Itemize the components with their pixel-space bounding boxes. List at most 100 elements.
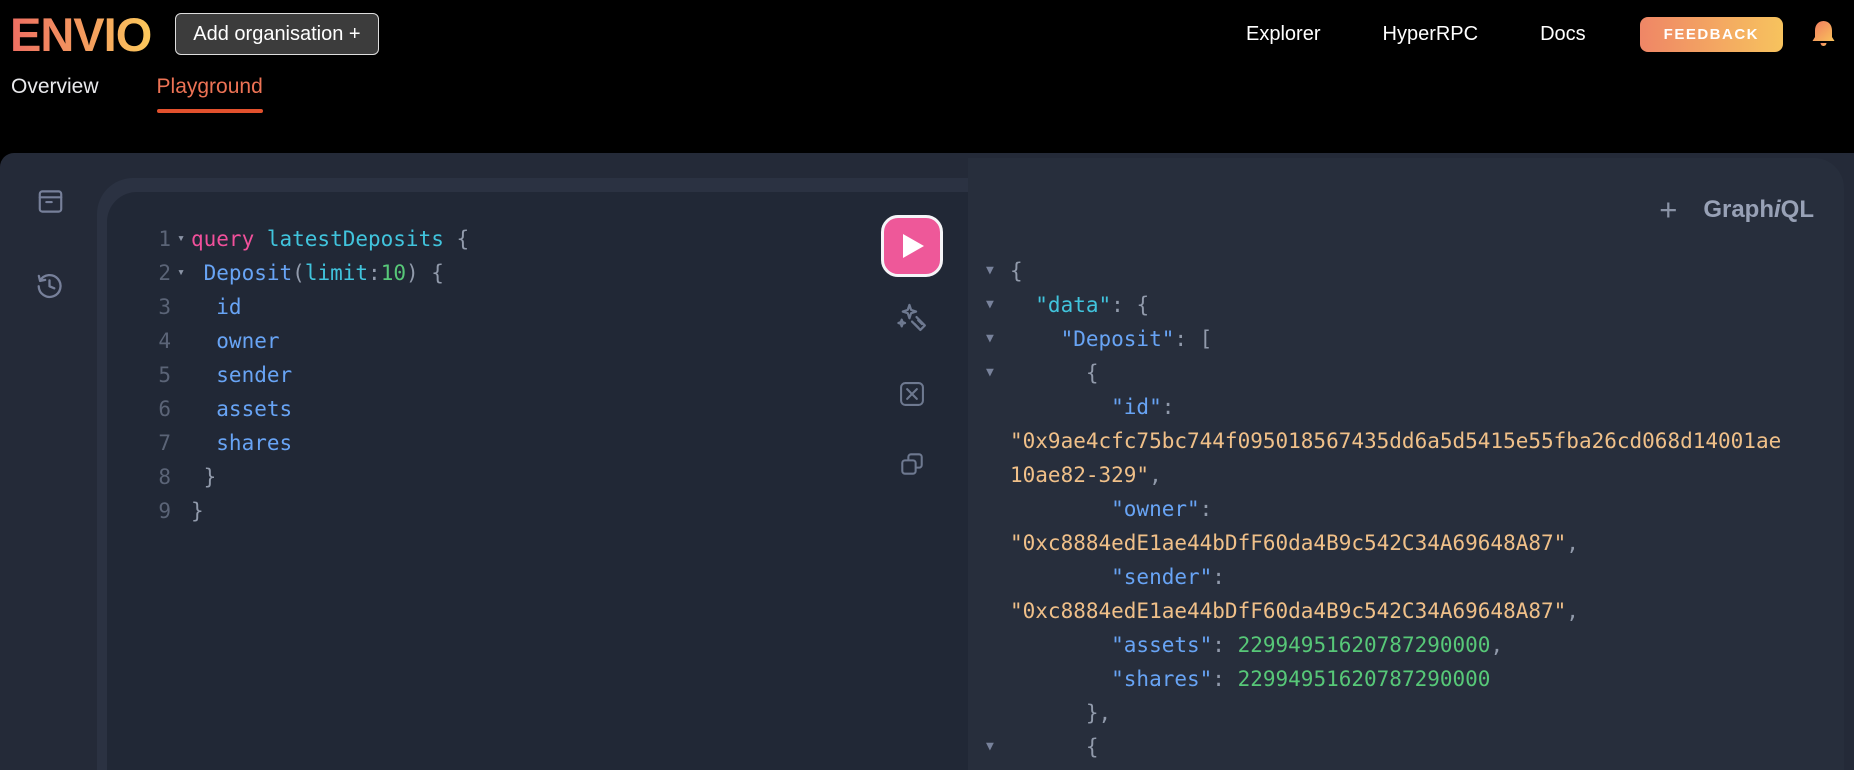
editor-code-line: 6 assets: [107, 392, 968, 426]
code-token: sender: [191, 363, 293, 387]
line-number: 9: [158, 499, 171, 523]
nav-link-hyperrpc[interactable]: HyperRPC: [1383, 23, 1479, 46]
code-text: "Deposit": [: [1010, 322, 1213, 356]
code-token: ,: [1566, 599, 1579, 623]
code-text: "owner":: [1010, 492, 1212, 526]
fold-gutter: [984, 662, 1010, 696]
fold-gutter: [173, 324, 189, 358]
fold-gutter: [984, 526, 1010, 560]
fold-toggle-icon[interactable]: ▾: [173, 222, 189, 256]
graphiql-logo-ql: QL: [1780, 195, 1814, 223]
editor-code-line: 9}: [107, 494, 968, 528]
code-text: {: [1010, 356, 1099, 390]
response-code-line: "0xc8884edE1ae44bDfF60da4B9c542C34A69648…: [984, 594, 1836, 628]
prettify-query-button[interactable]: [894, 301, 930, 337]
code-token: 22994951620787290000: [1237, 633, 1491, 657]
code-token: assets: [191, 397, 293, 421]
code-token: :: [368, 261, 381, 285]
code-text: }: [191, 460, 217, 494]
fold-gutter: [984, 594, 1010, 628]
feedback-button[interactable]: FEEDBACK: [1639, 16, 1783, 52]
response-code-line: ▼ {: [984, 356, 1836, 390]
editor-toolbar: [881, 215, 943, 481]
nav-link-docs[interactable]: Docs: [1540, 23, 1586, 46]
code-token: :: [1212, 633, 1238, 657]
fold-gutter: [173, 426, 189, 460]
code-token: {: [1010, 259, 1023, 283]
execute-query-button[interactable]: [881, 215, 943, 277]
response-code-line: "assets": 22994951620787290000,: [984, 628, 1836, 662]
code-token: "shares": [1010, 667, 1213, 691]
code-text: {: [1010, 254, 1023, 288]
fold-toggle-icon[interactable]: ▼: [984, 254, 1010, 288]
code-token: ,: [1149, 463, 1162, 487]
line-number: 7: [158, 431, 171, 455]
tab-overview[interactable]: Overview: [11, 75, 99, 103]
code-text: },: [1010, 696, 1111, 730]
code-token: shares: [191, 431, 293, 455]
fold-toggle-icon[interactable]: ▼: [984, 356, 1010, 390]
response-code-line: "id":: [984, 390, 1836, 424]
fold-gutter: [984, 696, 1010, 730]
play-icon: [903, 234, 924, 258]
code-token: :: [1161, 395, 1175, 419]
add-organisation-button[interactable]: Add organisation +: [175, 13, 379, 55]
fold-toggle-icon[interactable]: ▾: [173, 256, 189, 290]
code-token: },: [1010, 701, 1112, 725]
nav-link-explorer[interactable]: Explorer: [1246, 23, 1320, 46]
editor-code-line: 1 ▾ query latestDeposits {: [107, 222, 968, 256]
code-token: latestDeposits: [254, 227, 444, 251]
editor-code-line: 5 sender: [107, 358, 968, 392]
code-token: :: [1212, 565, 1225, 589]
code-token: 10: [380, 261, 406, 285]
fold-toggle-icon[interactable]: ▼: [984, 322, 1010, 356]
code-text: id: [191, 290, 242, 324]
line-number: 3: [158, 295, 171, 319]
copy-query-button[interactable]: [895, 447, 929, 481]
code-token: id: [191, 295, 242, 319]
fold-gutter: [984, 560, 1010, 594]
line-number: 5: [158, 363, 171, 387]
code-token: limit: [304, 261, 369, 285]
code-text: Deposit(limit:10) {: [191, 256, 444, 290]
code-token: :: [1199, 497, 1213, 521]
fold-gutter: [984, 390, 1010, 424]
code-text: "0xc8884edE1ae44bDfF60da4B9c542C34A69648…: [1010, 526, 1579, 560]
code-token: ,: [1490, 633, 1504, 657]
code-text: "id":: [1010, 390, 1174, 424]
fold-gutter: [984, 628, 1010, 662]
code-text: assets: [191, 392, 292, 426]
docs-panel-button[interactable]: [35, 186, 66, 217]
prettify-sparkle-icon: [897, 303, 926, 332]
add-tab-button[interactable]: +: [1659, 194, 1677, 225]
code-token: Deposit: [191, 261, 293, 285]
code-token: }: [191, 465, 217, 489]
code-text: "data": {: [1010, 288, 1149, 322]
query-editor[interactable]: 1 ▾ query latestDeposits {2 ▾ Deposit(limit…: [107, 192, 968, 770]
editor-code-line: 3 id: [107, 290, 968, 324]
tab-playground[interactable]: Playground: [156, 75, 264, 113]
fold-toggle-icon[interactable]: ▼: [984, 730, 1010, 764]
fold-gutter: [984, 424, 1010, 458]
code-token: "0xc8884edE1ae44bDfF60da4B9c542C34A69648…: [1010, 531, 1567, 555]
response-code-line: "sender":: [984, 560, 1836, 594]
fold-gutter: [173, 494, 189, 528]
code-token: "sender": [1010, 565, 1213, 589]
copy-icon: [901, 453, 923, 475]
line-number: 8: [158, 465, 171, 489]
response-code-line: "0xc8884edE1ae44bDfF60da4B9c542C34A69648…: [984, 526, 1836, 560]
line-number: 1: [158, 227, 171, 251]
code-text: {: [1010, 730, 1099, 764]
docs-icon: [38, 190, 63, 213]
editor-code-line: 8 }: [107, 460, 968, 494]
code-token: "0xc8884edE1ae44bDfF60da4B9c542C34A69648…: [1010, 599, 1567, 623]
fold-toggle-icon[interactable]: ▼: [984, 288, 1010, 322]
line-number: 4: [158, 329, 171, 353]
fold-gutter: [984, 492, 1010, 526]
fold-gutter: [173, 392, 189, 426]
bell-icon[interactable]: [1810, 19, 1837, 49]
history-panel-button[interactable]: [33, 269, 66, 302]
code-token: : [: [1174, 327, 1213, 351]
merge-fragments-button[interactable]: [895, 377, 929, 411]
line-number: 6: [158, 397, 171, 421]
